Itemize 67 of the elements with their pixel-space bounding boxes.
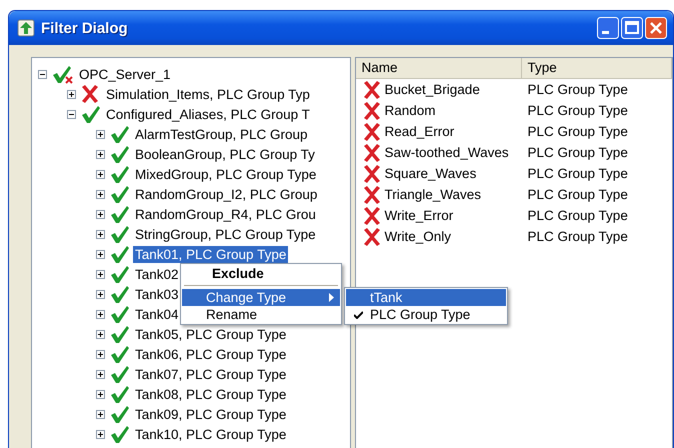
expand-icon[interactable] xyxy=(96,250,105,258)
column-header[interactable]: Type xyxy=(522,58,672,78)
menu-item[interactable]: tTank xyxy=(346,289,506,306)
tree-item[interactable]: MixedGroup, PLC Group Type xyxy=(133,166,318,182)
collapse-icon[interactable] xyxy=(38,70,47,78)
list-item-name[interactable]: Write_Error xyxy=(384,208,454,223)
tree-item[interactable]: Tank09, PLC Group Type xyxy=(133,406,288,422)
list-item-type: PLC Group Type xyxy=(528,82,628,97)
tree-item[interactable]: RandomGroup_R4, PLC Grou xyxy=(133,206,318,222)
menu-item[interactable]: PLC Group Type xyxy=(346,306,506,323)
tree-item[interactable]: BooleanGroup, PLC Group Ty xyxy=(133,146,317,162)
expand-icon[interactable] xyxy=(96,190,105,198)
minimize-button[interactable] xyxy=(597,17,619,39)
expand-icon[interactable] xyxy=(96,330,105,338)
expand-icon[interactable] xyxy=(96,290,105,298)
expand-icon[interactable] xyxy=(96,130,105,138)
menu-item[interactable]: Change Type xyxy=(182,289,340,306)
list-item-name[interactable]: Write_Only xyxy=(384,229,452,244)
list-item-type: PLC Group Type xyxy=(528,187,628,202)
expand-icon[interactable] xyxy=(96,390,105,398)
close-button[interactable] xyxy=(645,17,667,39)
expand-icon[interactable] xyxy=(96,350,105,358)
expand-icon[interactable] xyxy=(96,430,105,438)
tree-item[interactable]: Tank02 xyxy=(133,266,181,282)
expand-icon[interactable] xyxy=(96,370,105,378)
expand-icon[interactable] xyxy=(96,150,105,158)
expand-icon[interactable] xyxy=(96,230,105,238)
tree-item[interactable]: Tank04 xyxy=(133,306,181,322)
column-header[interactable]: Name xyxy=(356,58,522,78)
tree-item[interactable]: AlarmTestGroup, PLC Group xyxy=(133,126,310,142)
expand-icon[interactable] xyxy=(96,210,105,218)
tree-item[interactable]: RandomGroup_I2, PLC Group xyxy=(133,186,320,202)
tree-item[interactable]: Tank06, PLC Group Type xyxy=(133,346,288,362)
expand-icon[interactable] xyxy=(96,170,105,178)
list-item-type: PLC Group Type xyxy=(528,124,628,139)
tree-item[interactable]: Tank07, PLC Group Type xyxy=(133,366,288,382)
tree-item[interactable]: OPC_Server_1 xyxy=(77,66,173,82)
list-item-type: PLC Group Type xyxy=(528,145,628,160)
expand-icon[interactable] xyxy=(67,90,76,98)
menu-item[interactable]: Exclude xyxy=(182,265,340,282)
expand-icon[interactable] xyxy=(96,270,105,278)
tree-item[interactable]: Tank01, PLC Group Type xyxy=(133,246,288,262)
tree-item[interactable]: Tank10, PLC Group Type xyxy=(133,426,288,442)
list-item-type: PLC Group Type xyxy=(528,208,628,223)
list-item-name[interactable]: Square_Waves xyxy=(384,166,476,181)
list-item-name[interactable]: Triangle_Waves xyxy=(384,187,482,202)
maximize-button[interactable] xyxy=(621,17,643,39)
submenu-arrow-icon xyxy=(329,293,334,302)
collapse-icon[interactable] xyxy=(67,110,76,118)
window-title: Filter Dialog xyxy=(41,20,129,36)
tree-item[interactable]: Tank08, PLC Group Type xyxy=(133,386,288,402)
tree-item[interactable]: Tank03 xyxy=(133,286,181,302)
list-item-name[interactable]: Read_Error xyxy=(384,124,454,139)
list-item-type: PLC Group Type xyxy=(528,229,628,244)
list-item-type: PLC Group Type xyxy=(528,166,628,181)
list-item-name[interactable]: Bucket_Brigade xyxy=(384,82,480,97)
menu-item[interactable]: Rename xyxy=(182,306,340,323)
list-item-name[interactable]: Random xyxy=(384,103,436,118)
expand-icon[interactable] xyxy=(96,410,105,418)
tree-item[interactable]: Simulation_Items, PLC Group Typ xyxy=(104,86,312,102)
app-icon xyxy=(17,19,35,37)
tree-item[interactable]: StringGroup, PLC Group Type xyxy=(133,226,318,242)
list-item-name[interactable]: Saw-toothed_Waves xyxy=(384,145,509,160)
tree-item[interactable]: Tank05, PLC Group Type xyxy=(133,326,288,342)
tree-item[interactable]: Configured_Aliases, PLC Group T xyxy=(104,106,312,122)
expand-icon[interactable] xyxy=(96,310,105,318)
list-item-type: PLC Group Type xyxy=(528,103,628,118)
